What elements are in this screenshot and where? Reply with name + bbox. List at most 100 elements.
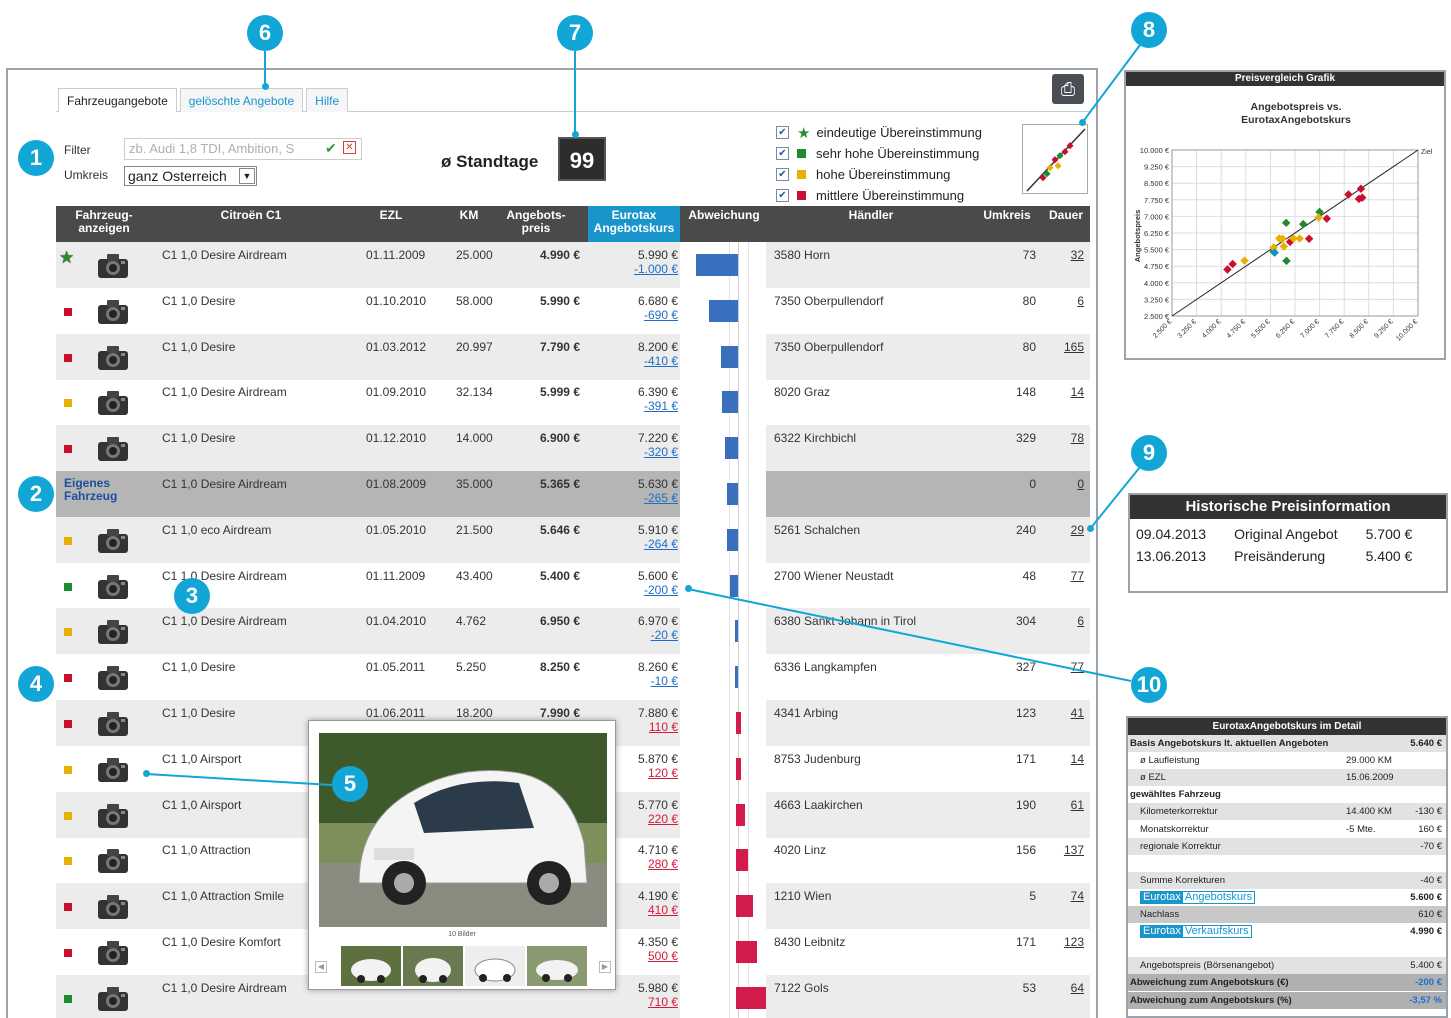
col-umkreis[interactable]: Umkreis (978, 209, 1036, 222)
tab-fahrzeugangebote[interactable]: Fahrzeugangebote (58, 88, 177, 112)
col-eurotax[interactable]: Eurotax Angebotskurs (588, 206, 680, 242)
camera-icon[interactable] (96, 708, 130, 738)
dauer-link[interactable]: 74 (1071, 889, 1084, 903)
dauer-link[interactable]: 41 (1071, 706, 1084, 720)
camera-icon[interactable] (96, 525, 130, 555)
camera-icon[interactable] (96, 662, 130, 692)
dauer-link[interactable]: 165 (1064, 340, 1084, 354)
table-row[interactable]: C1 1,0 Desire 01.05.2011 5.250 8.250 € 8.260… (56, 654, 1090, 700)
camera-icon[interactable] (96, 891, 130, 921)
col-dauer[interactable]: Dauer (1044, 209, 1088, 222)
camera-icon[interactable] (96, 571, 130, 601)
dauer-link[interactable]: 6 (1077, 614, 1084, 628)
tab-bar: Fahrzeugangebote gelöschte Angebote Hilf… (58, 88, 351, 112)
dauer-link[interactable]: 14 (1071, 752, 1084, 766)
table-row[interactable]: C1 1,0 eco Airdream 01.05.2010 21.500 5.646… (56, 516, 1090, 563)
eurotax-brand-label: Eurotax Angebotskurs (1140, 890, 1256, 904)
legend-checkbox[interactable]: ✔ (776, 168, 789, 181)
camera-icon[interactable] (96, 296, 130, 326)
confirm-check-icon[interactable]: ✔ (325, 140, 337, 157)
print-button[interactable]: ⎙ (1052, 74, 1084, 104)
match-square-icon (64, 720, 72, 728)
umkreis-km: 80 (1022, 339, 1036, 354)
camera-icon[interactable] (96, 754, 130, 784)
chart-thumbnail[interactable] (1022, 124, 1088, 194)
dauer-link[interactable]: 32 (1071, 248, 1084, 262)
dauer-link[interactable]: 6 (1077, 294, 1084, 308)
deviation-link[interactable]: 110 € (649, 720, 678, 734)
ezl-date: 01.03.2012 (366, 339, 427, 354)
umkreis-select[interactable]: ganz Osterreich ▼ (124, 166, 257, 186)
photo-thumbnail[interactable] (403, 946, 463, 986)
dauer-link[interactable]: 29 (1071, 523, 1084, 537)
table-row[interactable]: C1 1,0 Desire Airdream 01.04.2010 4.762 6.9… (56, 608, 1090, 655)
deviation-link[interactable]: 710 € (648, 995, 678, 1009)
deviation-link[interactable]: -410 € (644, 354, 678, 368)
next-arrow-icon[interactable]: ▶ (599, 961, 611, 973)
offer-price: 7.990 € (539, 706, 580, 720)
camera-icon[interactable] (96, 342, 130, 372)
dauer-link[interactable]: 14 (1071, 385, 1084, 399)
deviation-link[interactable]: 410 € (648, 903, 678, 917)
camera-icon[interactable] (96, 250, 130, 280)
legend-checkbox[interactable]: ✔ (776, 147, 789, 160)
deviation-link[interactable]: -391 € (644, 399, 678, 413)
camera-icon[interactable] (96, 616, 130, 646)
col-km[interactable]: KM (448, 209, 490, 222)
col-preis[interactable]: Angebots- preis (504, 209, 568, 235)
deviation-link[interactable]: -20 € (651, 628, 678, 642)
table-row[interactable]: C1 1,0 Desire 01.10.2010 58.000 5.990 € 6.68… (56, 288, 1090, 334)
dauer-link[interactable]: 0 (1077, 477, 1084, 491)
legend-label: hohe Übereinstimmung (816, 167, 951, 182)
deviation-link[interactable]: -320 € (644, 445, 678, 459)
deviation-link[interactable]: -1.000 € (634, 262, 678, 276)
camera-icon[interactable] (96, 387, 130, 417)
table-row[interactable]: ★ C1 1,0 Desire Airdream 01.11.2009 25.000 4… (56, 242, 1090, 288)
photo-thumbnail[interactable] (465, 946, 525, 986)
prev-arrow-icon[interactable]: ◀ (315, 961, 327, 973)
dauer-link[interactable]: 78 (1071, 431, 1084, 445)
tab-geloeschte-angebote[interactable]: gelöschte Angebote (179, 88, 304, 112)
photo-thumbnail[interactable] (527, 946, 587, 986)
camera-icon[interactable] (96, 983, 130, 1013)
deviation-bar (735, 666, 738, 689)
photo-popup[interactable]: 10 Bilder ◀ ▶ (308, 720, 616, 990)
camera-icon[interactable] (96, 433, 130, 463)
deviation-link[interactable]: -200 € (644, 583, 678, 597)
deviation-link[interactable]: -690 € (644, 308, 678, 322)
table-row[interactable]: C1 1,0 Desire Airdream 01.09.2010 32.134 5.… (56, 379, 1090, 425)
camera-icon[interactable] (96, 937, 130, 967)
deviation-link[interactable]: -265 € (644, 491, 678, 505)
deviation-link[interactable]: 500 € (648, 949, 678, 963)
dauer-link[interactable]: 77 (1071, 569, 1084, 583)
table-row[interactable]: C1 1,0 Desire 01.12.2010 14.000 6.900 € 7.22… (56, 425, 1090, 472)
camera-icon[interactable] (96, 800, 130, 830)
dauer-link[interactable]: 64 (1071, 981, 1084, 995)
col-ezl[interactable]: EZL (366, 209, 416, 222)
camera-icon[interactable] (96, 845, 130, 875)
deviation-bar (721, 391, 738, 414)
deviation-link[interactable]: -10 € (651, 674, 678, 688)
dauer-link[interactable]: 137 (1064, 843, 1084, 857)
photo-thumbnail[interactable] (341, 946, 401, 986)
table-row[interactable]: C1 1,0 Desire Airdream 01.11.2009 43.400 5.… (56, 563, 1090, 609)
dauer-link[interactable]: 61 (1071, 798, 1084, 812)
table-row[interactable]: C1 1,0 Desire 01.03.2012 20.997 7.790 € 8.20… (56, 333, 1090, 380)
umkreis-km: 171 (1015, 935, 1036, 949)
legend-item: ✔ hohe Übereinstimmung (776, 164, 982, 185)
legend-checkbox[interactable]: ✔ (776, 126, 789, 139)
deviation-link[interactable]: -264 € (644, 537, 678, 551)
chart-panel: Preisvergleich Grafik Angebotspreis vs. E… (1124, 70, 1446, 360)
deviation-link[interactable]: 280 € (648, 857, 678, 871)
dauer-link[interactable]: 123 (1064, 935, 1084, 949)
deviation-link[interactable]: 120 € (648, 766, 678, 780)
legend-checkbox[interactable]: ✔ (776, 189, 789, 202)
col-abweichung[interactable]: Abweichung (682, 209, 766, 222)
table-row[interactable]: Eigenes Fahrzeug C1 1,0 Desire Airdream 01… (56, 471, 1090, 517)
deviation-link[interactable]: 220 € (648, 812, 678, 826)
detail-row: Abweichung zum Angebotskurs (%) -3,57 % (1128, 991, 1446, 1009)
umkreis-km: 190 (1015, 797, 1036, 812)
tab-hilfe[interactable]: Hilfe (306, 88, 349, 112)
clear-filter-icon[interactable]: ✕ (343, 141, 356, 154)
col-haendler[interactable]: Händler (816, 209, 926, 222)
